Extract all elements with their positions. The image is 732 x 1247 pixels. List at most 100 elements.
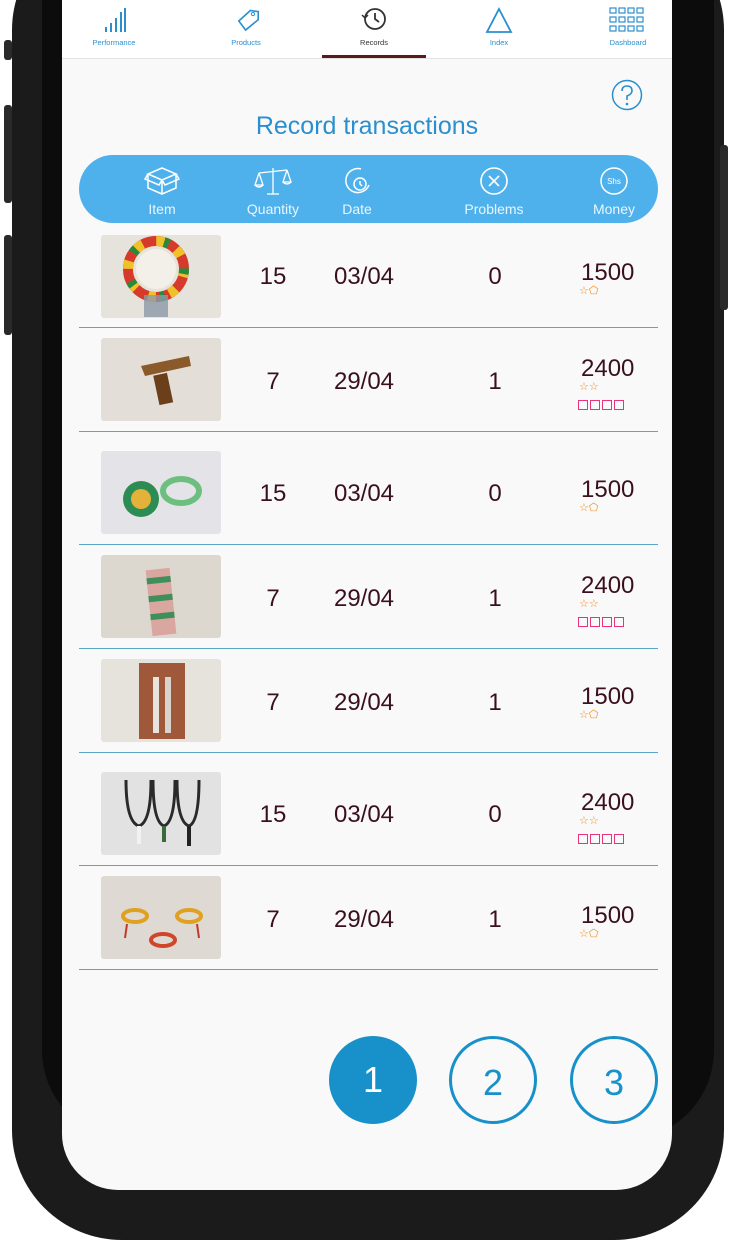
side-button: [4, 40, 12, 60]
nav-index[interactable]: Index: [447, 0, 551, 58]
rating-stars: ☆⬠: [579, 284, 599, 297]
quantity-cell: 7: [266, 368, 280, 395]
quantity-cell: 7: [266, 689, 280, 716]
money-cell: 1500: [581, 476, 635, 503]
nav-label-dashboard: Dashboard: [609, 38, 647, 47]
problems-cell: 1: [488, 906, 502, 933]
beaded-collar-image: [101, 235, 221, 318]
problem-marker: [602, 834, 612, 844]
shilling-icon-text: Shs: [607, 177, 621, 186]
column-label-item: Item: [148, 201, 176, 217]
beaded-bracelets-image: [101, 876, 221, 959]
column-label-money: Money: [592, 201, 636, 217]
beaded-keychain-image: [101, 659, 221, 742]
problem-marker: [590, 400, 600, 410]
date-cell: 29/04: [333, 689, 395, 716]
quantity-cell: 15: [259, 263, 287, 290]
money-cell: 2400: [581, 572, 635, 599]
problems-cell: 1: [488, 368, 502, 395]
money-cell: 2400: [581, 789, 635, 816]
grid-icon: [609, 7, 644, 32]
problems-cell: 0: [488, 801, 502, 828]
column-quantity: Quantity: [235, 155, 311, 223]
date-cell: 03/04: [333, 480, 395, 507]
problems-cell: 0: [488, 480, 502, 507]
triangle-icon: [485, 7, 513, 33]
nav-dashboard[interactable]: Dashboard: [576, 0, 672, 58]
clock-icon: [345, 167, 370, 194]
x-circle-icon: [480, 167, 508, 195]
bar-chart-icon: [105, 8, 126, 32]
beaded-necklaces-image: [101, 772, 221, 855]
question-icon[interactable]: [610, 79, 644, 113]
volume-up-button: [4, 105, 12, 203]
table-row[interactable]: 7 29/04 1 1500 ☆⬠: [79, 866, 658, 970]
page-button-1[interactable]: 1: [329, 1036, 417, 1124]
table-row[interactable]: 7 29/04 1 2400 ☆☆: [79, 545, 658, 649]
money-cell: 1500: [581, 259, 635, 286]
problem-marker: [590, 617, 600, 627]
quantity-cell: 7: [266, 906, 280, 933]
problem-marker: [602, 617, 612, 627]
rating-stars: ☆☆: [579, 814, 599, 827]
problem-markers: [578, 612, 626, 627]
date-cell: 03/04: [333, 801, 395, 828]
rating-stars: ☆⬠: [579, 501, 599, 514]
nav-label-records: Records: [360, 38, 388, 47]
page-button-3[interactable]: 3: [570, 1036, 658, 1124]
wooden-carving-image: [101, 338, 221, 421]
top-navigation: Performance Products Records Index Dashb…: [62, 0, 672, 59]
problems-cell: 1: [488, 689, 502, 716]
table-row[interactable]: 15 03/04 0 2400 ☆☆: [79, 753, 658, 866]
shilling-icon: Shs: [600, 167, 628, 195]
problem-marker: [590, 834, 600, 844]
problem-marker: [578, 400, 588, 410]
table-row[interactable]: 7 29/04 1 1500 ☆⬠: [79, 649, 658, 753]
rating-stars: ☆⬠: [579, 927, 599, 940]
rating-stars: ☆⬠: [579, 708, 599, 721]
problem-markers: [578, 829, 626, 844]
column-label-problems: Problems: [464, 201, 524, 217]
nav-performance[interactable]: Performance: [62, 0, 166, 58]
problem-markers: [578, 395, 626, 410]
problem-marker: [614, 617, 624, 627]
nav-label-products: Products: [231, 38, 261, 47]
beaded-coaster-bangle-image: [101, 451, 221, 534]
problems-cell: 0: [488, 263, 502, 290]
page-title: Record transactions: [255, 112, 479, 140]
problem-marker: [578, 834, 588, 844]
quantity-cell: 7: [266, 585, 280, 612]
table-row[interactable]: 7 29/04 1 2400 ☆☆: [79, 328, 658, 432]
column-money: Shs Money: [584, 155, 644, 223]
nav-label-index: Index: [489, 38, 509, 47]
volume-down-button: [4, 235, 12, 335]
rating-stars: ☆☆: [579, 597, 599, 610]
page-button-2[interactable]: 2: [449, 1036, 537, 1124]
date-cell: 29/04: [333, 906, 395, 933]
box-icon: [144, 167, 180, 195]
app-screen: Performance Products Records Index Dashb…: [62, 0, 672, 1190]
column-date: Date: [325, 155, 389, 223]
date-cell: 29/04: [333, 368, 395, 395]
date-cell: 29/04: [333, 585, 395, 612]
table-header: Item Quantity Date Problems Shs Money: [79, 155, 658, 223]
problem-marker: [614, 834, 624, 844]
rating-stars: ☆☆: [579, 380, 599, 393]
nav-records[interactable]: Records: [322, 0, 426, 58]
column-label-quantity: Quantity: [246, 201, 300, 217]
nav-label-performance: Performance: [92, 38, 136, 47]
beaded-bottle-image: [101, 555, 221, 638]
problem-marker: [602, 400, 612, 410]
column-problems: Problems: [454, 155, 534, 223]
scale-icon: [254, 168, 292, 195]
quantity-cell: 15: [259, 480, 287, 507]
tag-icon: [237, 9, 260, 32]
quantity-cell: 15: [259, 801, 287, 828]
table-row[interactable]: 15 03/04 0 1500 ☆⬠: [79, 223, 658, 328]
table-row[interactable]: 15 03/04 0 1500 ☆⬠: [79, 432, 658, 545]
date-cell: 03/04: [333, 263, 395, 290]
nav-products[interactable]: Products: [194, 0, 298, 58]
problem-marker: [614, 400, 624, 410]
money-cell: 2400: [581, 355, 635, 382]
active-tab-indicator: [322, 55, 426, 58]
